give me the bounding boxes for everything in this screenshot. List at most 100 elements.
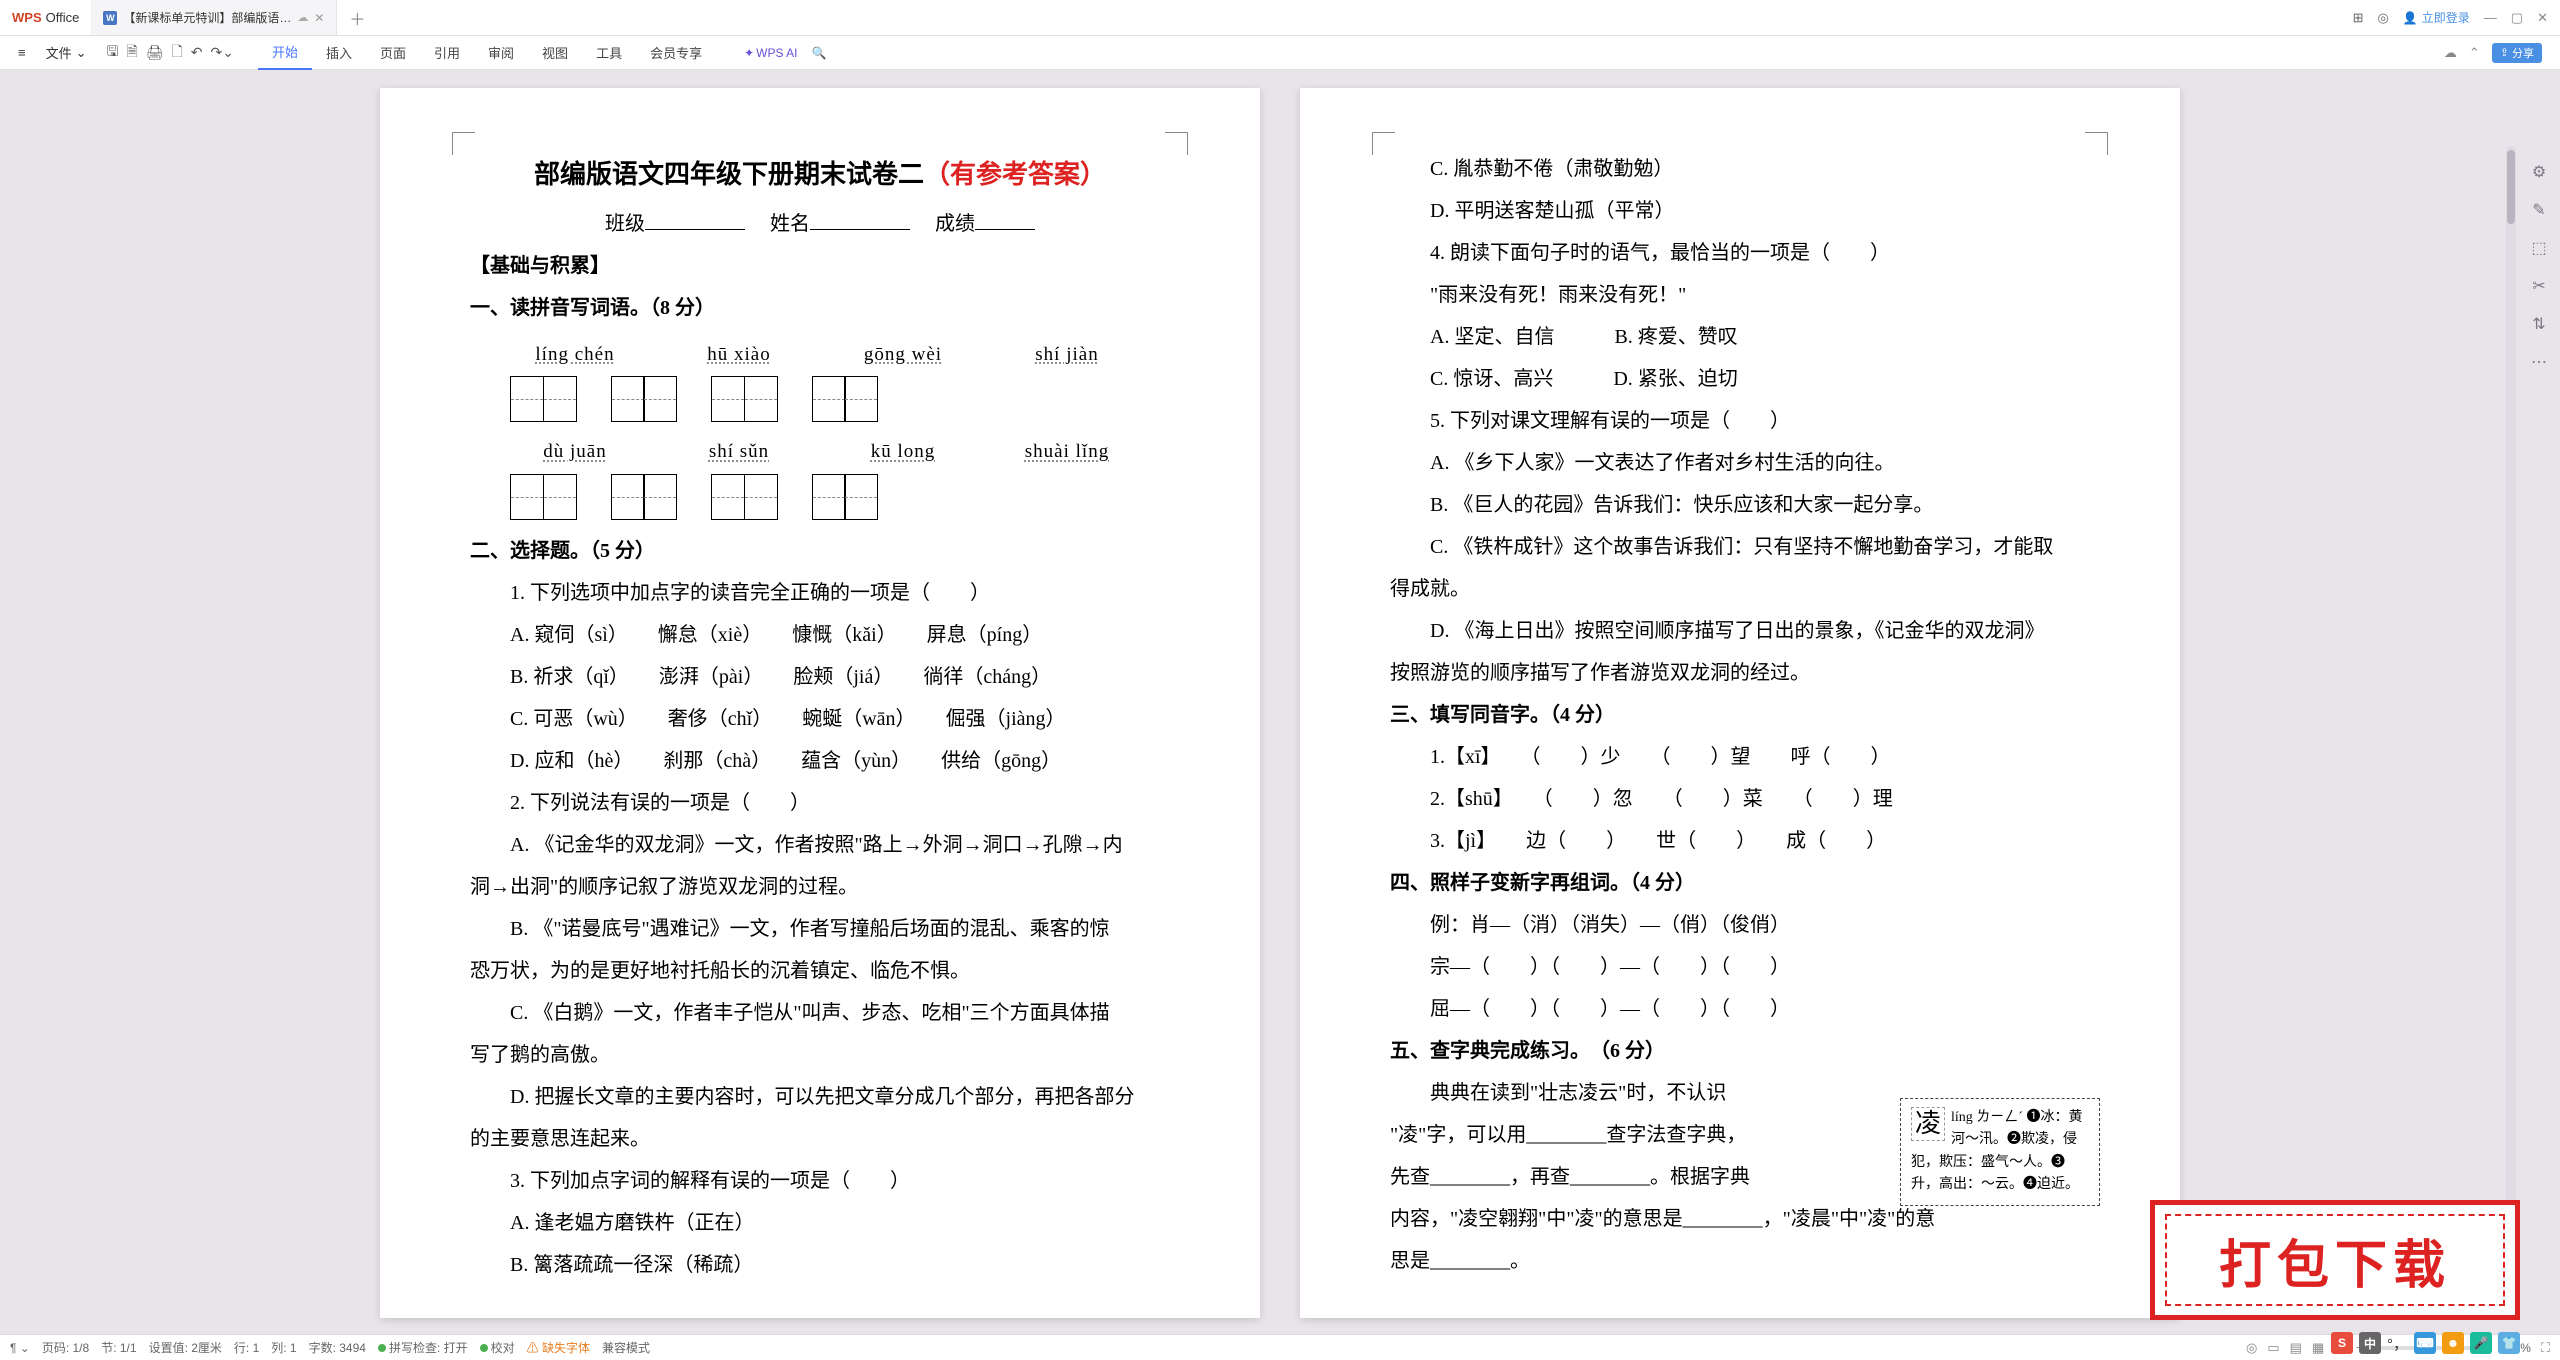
document-page-1: 部编版语文四年级下册期末试卷二（有参考答案） 班级 姓名 成绩 【基础与积累】 …	[380, 88, 1260, 1318]
h3-1: 1.【xī】 （ ）少 （ ）望 呼（ ）	[1390, 736, 2090, 778]
tab-close-icon[interactable]: ✕	[314, 11, 324, 25]
view-read-icon[interactable]: ▭	[2267, 1340, 2279, 1356]
status-spellcheck[interactable]: 拼写检查: 打开	[378, 1339, 468, 1356]
q3c: C. 胤恭勤不倦（肃敬勤勉）	[1390, 148, 2090, 190]
save-icon[interactable]: 🖫	[107, 41, 119, 65]
ime-brand-icon[interactable]: S	[2331, 1332, 2353, 1354]
label-class: 班级	[605, 213, 645, 235]
heading-1: 一、读拼音写词语。（8 分）	[470, 287, 1170, 329]
sidebar-tools-icon[interactable]: ✂	[2527, 274, 2551, 298]
heading-2: 二、选择题。（5 分）	[470, 530, 1170, 572]
pinyin: gōng wèi	[838, 335, 968, 375]
file-label: 文件	[46, 43, 72, 62]
q4b: C. 惊讶、高兴 D. 紧张、迫切	[1390, 358, 2090, 400]
tab-title: 【新课标单元特训】部编版语…	[123, 9, 291, 26]
share-button[interactable]: ⇪ 分享	[2492, 43, 2542, 63]
sidebar-select-icon[interactable]: ⬚	[2527, 236, 2551, 260]
h3-2: 2.【shū】 （ ）忽 （ ）菜 （ ）理	[1390, 778, 2090, 820]
menu-reference[interactable]: 引用	[420, 36, 474, 70]
download-stamp[interactable]: 打包下载	[2150, 1200, 2520, 1320]
status-page[interactable]: 页码: 1/8	[42, 1339, 89, 1356]
cloud-status-icon[interactable]: ☁	[2444, 45, 2457, 61]
ime-ch-icon[interactable]: 中	[2359, 1332, 2381, 1354]
fullscreen-icon[interactable]: ⛶	[2541, 1340, 2550, 1356]
print-preview-icon[interactable]: 🗎	[126, 41, 137, 65]
heading-3: 三、填写同音字。（4 分）	[1390, 694, 2090, 736]
q3a: A. 逢老媪方磨铁杵（正在）	[470, 1202, 1170, 1244]
view-web-icon[interactable]: ▦	[2312, 1340, 2324, 1356]
view-page-icon[interactable]: ▤	[2290, 1340, 2302, 1356]
green-dot-icon	[378, 1344, 386, 1352]
status-proof[interactable]: 校对	[480, 1339, 515, 1356]
status-line: 行: 1	[234, 1339, 259, 1356]
vertical-scrollbar[interactable]	[2506, 146, 2516, 1304]
file-menu[interactable]: 文件 ⌄	[38, 43, 95, 62]
share-icon: ⇪	[2500, 46, 2509, 59]
menu-member[interactable]: 会员专享	[636, 36, 716, 70]
wps-ai-label: WPS AI	[756, 46, 797, 60]
q5c2: 得成就。	[1390, 568, 2090, 610]
menu-view[interactable]: 视图	[528, 36, 582, 70]
sidebar-more-icon[interactable]: ⋯	[2527, 350, 2551, 374]
status-words[interactable]: 字数: 3494	[309, 1339, 366, 1356]
collapse-ribbon-icon[interactable]: ⌃	[2469, 45, 2480, 61]
document-tab[interactable]: W 【新课标单元特训】部编版语… ☁ ✕	[91, 0, 337, 35]
maximize-button[interactable]: ▢	[2511, 10, 2523, 26]
q1: 1. 下列选项中加点字的读音完全正确的一项是（ ）	[470, 572, 1170, 614]
q2b2: 恐万状，为的是更好地衬托船长的沉着镇定、临危不惧。	[470, 950, 1170, 992]
pinyin: shí sǔn	[674, 432, 804, 472]
ime-skin-icon[interactable]: 👕	[2498, 1332, 2520, 1354]
q4a: A. 坚定、自信 B. 疼爱、赞叹	[1390, 316, 2090, 358]
menu-review[interactable]: 审阅	[474, 36, 528, 70]
ime-voice-icon[interactable]: 🎤	[2470, 1332, 2492, 1354]
wps-ai-button[interactable]: ✦ WPS AI	[744, 46, 797, 60]
q5d2: 按照游览的顺序描写了作者游览双龙洞的经过。	[1390, 652, 2090, 694]
pages-container[interactable]: 部编版语文四年级下册期末试卷二（有参考答案） 班级 姓名 成绩 【基础与积累】 …	[0, 70, 2560, 1334]
app-logo: WPS Office	[0, 0, 91, 35]
search-icon[interactable]: 🔍	[812, 46, 827, 60]
hamburger-menu[interactable]: ≡	[10, 45, 34, 60]
sidebar-style-icon[interactable]: ✎	[2527, 198, 2551, 222]
view-target-icon[interactable]: ◎	[2246, 1340, 2257, 1356]
undo-icon[interactable]: ↶	[191, 44, 203, 61]
q3d: D. 平明送客楚山孤（平常）	[1390, 190, 2090, 232]
menu-bar: ≡ 文件 ⌄ 🖫 🗎 🖨 🗋 ↶ ↷⌄ 开始 插入 页面 引用 审阅 视图 工具…	[0, 36, 2560, 70]
menu-start[interactable]: 开始	[258, 36, 312, 70]
sidebar-cloud-icon[interactable]: ⇅	[2527, 312, 2551, 336]
status-paragraph-icon[interactable]: ¶ ⌄	[10, 1341, 30, 1355]
print-icon[interactable]: 🖨	[146, 44, 164, 61]
pinyin: líng chén	[510, 335, 640, 375]
q5a: A. 《乡下人家》一文表达了作者对乡村生活的向往。	[1390, 442, 2090, 484]
doc-title-red: （有参考答案）	[924, 160, 1106, 189]
q5: 5. 下列对课文理解有误的一项是（ ）	[1390, 400, 2090, 442]
new-tab-button[interactable]: ＋	[337, 0, 377, 35]
apps-icon[interactable]: ⊞	[2353, 10, 2364, 26]
pinyin: kū long	[838, 432, 968, 472]
pinyin: dù juān	[510, 432, 640, 472]
status-compat[interactable]: 兼容模式	[602, 1339, 650, 1356]
menu-page[interactable]: 页面	[366, 36, 420, 70]
status-bar: ¶ ⌄ 页码: 1/8 节: 1/1 设置值: 2厘米 行: 1 列: 1 字数…	[0, 1334, 2560, 1360]
sidebar-settings-icon[interactable]: ⚙	[2527, 160, 2551, 184]
document-area: 部编版语文四年级下册期末试卷二（有参考答案） 班级 姓名 成绩 【基础与积累】 …	[0, 70, 2560, 1334]
scrollbar-thumb[interactable]	[2507, 150, 2515, 224]
redo-icon[interactable]: ↷⌄	[211, 44, 234, 61]
q3b: B. 篱落疏疏一径深（稀疏）	[470, 1244, 1170, 1286]
status-pos: 设置值: 2厘米	[149, 1339, 222, 1356]
status-missing-font[interactable]: ⚠ 缺失字体	[527, 1339, 590, 1356]
status-section: 节: 1/1	[101, 1339, 136, 1356]
login-button[interactable]: 👤 立即登录	[2403, 9, 2470, 26]
doc-title-main: 部编版语文四年级下册期末试卷二	[534, 160, 924, 189]
notification-icon[interactable]: ◎	[2377, 10, 2388, 26]
minimize-button[interactable]: —	[2484, 10, 2497, 25]
title-bar: WPS Office W 【新课标单元特训】部编版语… ☁ ✕ ＋ ⊞ ◎ 👤 …	[0, 0, 2560, 36]
close-window-button[interactable]: ✕	[2537, 10, 2548, 26]
ime-emoji-icon[interactable]: ☻	[2442, 1332, 2464, 1354]
pdf-icon[interactable]: 🗋	[172, 41, 183, 65]
ime-punct-icon[interactable]: °，	[2387, 1333, 2408, 1354]
ime-keyboard-icon[interactable]: ⌨	[2414, 1332, 2436, 1354]
stamp-text: 打包下载	[2165, 1214, 2505, 1306]
h4-2: 屈—（ ）（ ）—（ ）（ ）	[1390, 988, 2090, 1030]
menu-tools[interactable]: 工具	[582, 36, 636, 70]
menu-insert[interactable]: 插入	[312, 36, 366, 70]
